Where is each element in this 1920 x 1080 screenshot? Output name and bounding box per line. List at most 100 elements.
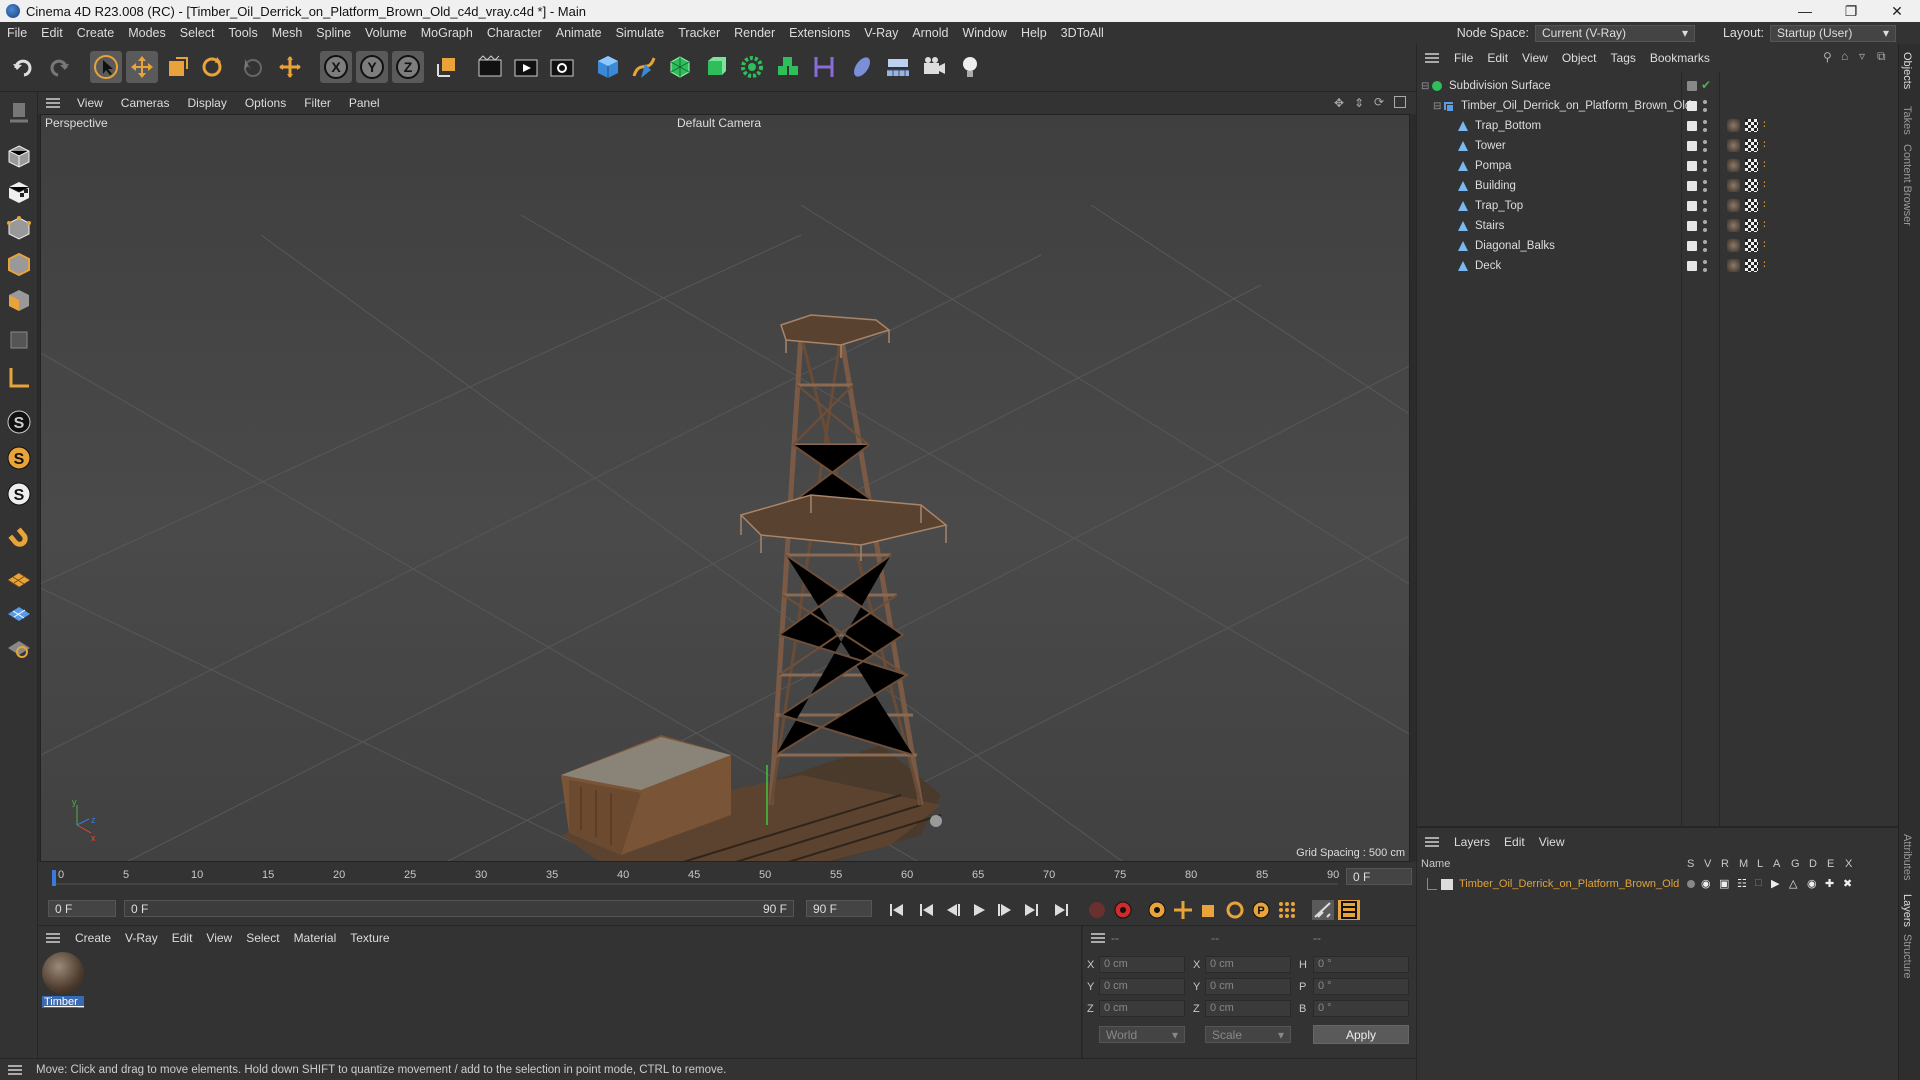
search-icon[interactable]: ⚲	[1823, 50, 1832, 64]
render-visibility-dots[interactable]	[1703, 200, 1707, 212]
tab-attributes[interactable]: Attributes	[1901, 834, 1913, 880]
home-icon[interactable]: ⌂	[1841, 49, 1848, 63]
frame-range-slider[interactable]: 0 F 90 F	[124, 900, 794, 917]
size-y-field[interactable]: 0 cm	[1205, 978, 1291, 995]
dolly-view-icon[interactable]: ⇕	[1354, 96, 1364, 110]
x-axis-lock-icon[interactable]: X	[320, 51, 352, 83]
render-view-icon[interactable]	[474, 51, 506, 83]
uvw-tag-icon[interactable]	[1745, 139, 1758, 152]
subdivision-generator-icon[interactable]	[664, 51, 696, 83]
axis-mode-icon[interactable]	[3, 362, 35, 394]
tab-content-browser[interactable]: Content Browser	[1901, 144, 1913, 226]
object-menu-file[interactable]: File	[1447, 51, 1480, 65]
menu-create[interactable]: Create	[70, 26, 122, 40]
play-icon[interactable]	[968, 900, 990, 920]
material-tag-icon[interactable]	[1727, 219, 1740, 232]
layer-xref-icon[interactable]: ✖	[1843, 877, 1852, 890]
uvw-tag-icon[interactable]	[1745, 259, 1758, 272]
material-swatch[interactable]: Timber_	[42, 952, 84, 1010]
size-x-field[interactable]: 0 cm	[1205, 956, 1291, 973]
object-menu-object[interactable]: Object	[1555, 51, 1604, 65]
layer-solo-toggle[interactable]	[1687, 880, 1695, 888]
hamburger-menu-icon[interactable]	[1425, 53, 1439, 63]
collapse-icon[interactable]: ⊟	[1421, 81, 1431, 92]
menu-window[interactable]: Window	[955, 26, 1013, 40]
live-selection-icon[interactable]	[236, 51, 268, 83]
material-tag-icon[interactable]	[1727, 159, 1740, 172]
rotation-p-field[interactable]: 0 °	[1313, 978, 1409, 995]
material-tag-icon[interactable]	[1727, 179, 1740, 192]
visibility-toggle[interactable]	[1687, 101, 1697, 111]
object-row-child[interactable]: Building ∶	[1417, 176, 1887, 196]
editor-visibility-toggle[interactable]	[1687, 81, 1697, 91]
material-tag-icon[interactable]	[1727, 139, 1740, 152]
phong-tag-icon[interactable]: ∶	[1763, 118, 1766, 131]
visibility-toggle[interactable]	[1687, 141, 1697, 151]
object-row-child[interactable]: Pompa ∶	[1417, 156, 1887, 176]
visibility-toggle[interactable]	[1687, 121, 1697, 131]
go-to-end-icon[interactable]	[1050, 900, 1072, 920]
make-editable-icon[interactable]	[3, 96, 35, 128]
texture-mode-icon[interactable]	[3, 176, 35, 208]
next-frame-icon[interactable]	[994, 900, 1016, 920]
material-menu-select[interactable]: Select	[239, 931, 286, 945]
object-row-group[interactable]: ⊟ Timber_Oil_Derrick_on_Platform_Brown_O…	[1417, 96, 1887, 116]
render-visibility-dots[interactable]	[1703, 140, 1707, 152]
menu-volume[interactable]: Volume	[358, 26, 414, 40]
filter-icon[interactable]: ▿	[1859, 49, 1865, 63]
material-menu-vray[interactable]: V-Ray	[118, 931, 165, 945]
menu-select[interactable]: Select	[173, 26, 222, 40]
record-keys-icon[interactable]	[1086, 900, 1108, 920]
keyframe-selection-icon[interactable]	[1146, 900, 1168, 920]
viewport-menu-filter[interactable]: Filter	[295, 96, 340, 110]
key-pla-icon[interactable]	[1276, 900, 1298, 920]
key-position-icon[interactable]	[1172, 900, 1194, 920]
material-tag-icon[interactable]	[1727, 259, 1740, 272]
size-z-field[interactable]: 0 cm	[1205, 1000, 1291, 1017]
timeline-window-icon[interactable]	[1338, 900, 1360, 920]
object-row-child[interactable]: Tower ∶	[1417, 136, 1887, 156]
visibility-toggle[interactable]	[1687, 261, 1697, 271]
object-row-child[interactable]: Stairs ∶	[1417, 216, 1887, 236]
material-tag-icon[interactable]	[1727, 199, 1740, 212]
render-settings-icon[interactable]	[546, 51, 578, 83]
layer-lock-icon[interactable]: □	[1755, 877, 1762, 889]
phong-tag-icon[interactable]: ∶	[1763, 218, 1766, 231]
minimize-icon[interactable]: —	[1782, 0, 1828, 22]
grid-locked-icon[interactable]	[3, 598, 35, 630]
solo-hierarchy-icon[interactable]: S	[3, 478, 35, 510]
menu-edit[interactable]: Edit	[34, 26, 70, 40]
layer-animation-icon[interactable]: ▶	[1771, 877, 1779, 890]
enabled-checkmark-icon[interactable]: ✔	[1701, 78, 1711, 92]
menu-tracker[interactable]: Tracker	[671, 26, 727, 40]
deformer-bend-icon[interactable]	[808, 51, 840, 83]
viewport-menu-display[interactable]: Display	[178, 96, 235, 110]
previous-key-icon[interactable]	[916, 900, 938, 920]
render-visibility-dots[interactable]	[1703, 100, 1707, 112]
layout-dropdown[interactable]: Startup (User) ▾	[1770, 24, 1896, 42]
array-object-icon[interactable]	[772, 51, 804, 83]
layer-deformer-icon[interactable]: ◉	[1807, 877, 1817, 890]
coord-size-mode-dropdown[interactable]: Scale ▾	[1205, 1026, 1291, 1043]
solo-icon[interactable]: S	[3, 442, 35, 474]
object-row-child[interactable]: Trap_Bottom ∶	[1417, 116, 1887, 136]
uvw-tag-icon[interactable]	[1745, 199, 1758, 212]
viewport-menu-view[interactable]: View	[68, 96, 112, 110]
render-visibility-dots[interactable]	[1703, 120, 1707, 132]
menu-modes[interactable]: Modes	[121, 26, 173, 40]
next-key-icon[interactable]	[1020, 900, 1042, 920]
camera-object-icon[interactable]	[918, 51, 950, 83]
menu-arnold[interactable]: Arnold	[905, 26, 955, 40]
light-object-icon[interactable]	[954, 51, 986, 83]
render-visibility-dots[interactable]	[1703, 260, 1707, 272]
material-menu-material[interactable]: Material	[287, 931, 344, 945]
uvw-tag-icon[interactable]	[1745, 239, 1758, 252]
layer-eye-icon[interactable]: ◉	[1701, 877, 1711, 890]
position-y-field[interactable]: 0 cm	[1099, 978, 1185, 995]
derrick-model[interactable]	[561, 314, 948, 862]
sketch-tool-icon[interactable]	[3, 632, 35, 664]
key-scale-icon[interactable]	[1198, 900, 1220, 920]
3d-viewport[interactable]: y x z Perspective Default Camera Grid Sp…	[40, 114, 1410, 862]
pan-view-icon[interactable]: ✥	[1334, 96, 1344, 110]
object-row-child[interactable]: Deck ∶	[1417, 256, 1887, 276]
